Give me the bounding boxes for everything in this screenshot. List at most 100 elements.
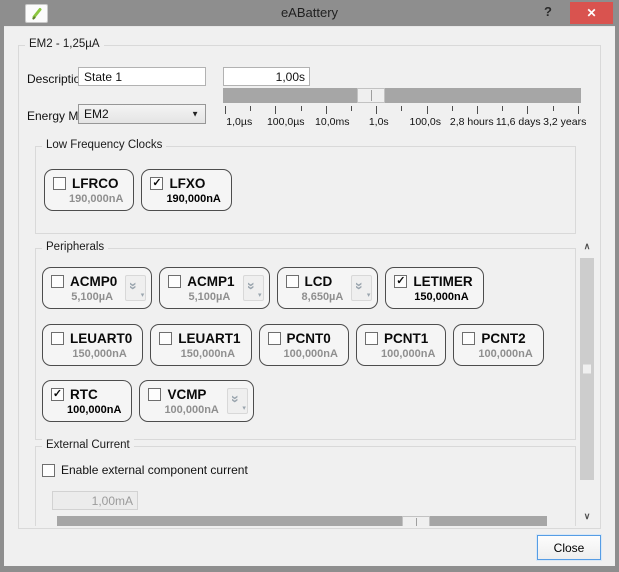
card-pcnt0: PCNT0 100,000nA — [259, 324, 349, 366]
external-current-group: External Current Enable external compone… — [35, 446, 576, 526]
scroll-down-button[interactable]: ∨ — [579, 508, 595, 524]
vcmp-checkbox[interactable] — [148, 388, 161, 401]
acmp1-label: ACMP1 — [187, 274, 234, 289]
chevron-down-icon: ▼ — [191, 110, 199, 119]
external-current-slider-handle[interactable] — [402, 516, 430, 526]
tick-label: 11,6 days — [495, 116, 542, 128]
leuart0-label: LEUART0 — [70, 331, 132, 346]
card-acmp0: ACMP0 5,100µA » ▾ — [42, 267, 152, 309]
vcmp-label: VCMP — [167, 387, 206, 402]
double-chevron-down-icon: » — [228, 395, 244, 403]
enable-external-label: Enable external component current — [61, 463, 248, 477]
leuart1-checkbox[interactable] — [159, 332, 172, 345]
tick-label: 1,0s — [356, 116, 403, 128]
card-acmp1: ACMP1 5,100µA » ▾ — [159, 267, 269, 309]
pcnt0-value: 100,000nA — [268, 348, 338, 360]
card-vcmp: VCMP 100,000nA » ▾ — [139, 380, 253, 422]
pcnt2-label: PCNT2 — [481, 331, 525, 346]
external-current-label: External Current — [42, 439, 134, 451]
time-slider-handle[interactable] — [357, 88, 385, 103]
chevron-down-icon: ∨ — [584, 511, 591, 522]
acmp0-value: 5,100µA — [51, 291, 117, 303]
titlebar[interactable]: eABattery ? ✕ — [0, 0, 619, 26]
acmp0-checkbox[interactable] — [51, 275, 64, 288]
low-frequency-clocks-label: Low Frequency Clocks — [42, 139, 166, 151]
lcd-checkbox[interactable] — [286, 275, 299, 288]
double-chevron-down-icon: » — [126, 282, 142, 290]
acmp0-menu-button[interactable]: » ▾ — [125, 275, 146, 301]
close-button[interactable]: Close — [537, 535, 601, 560]
energy-mode-select[interactable]: EM2 ▼ — [78, 104, 206, 124]
letimer-checkbox[interactable]: ✓ — [394, 275, 407, 288]
tiny-arrow-icon: ▾ — [367, 291, 371, 299]
leuart1-label: LEUART1 — [178, 331, 240, 346]
close-icon: ✕ — [586, 6, 596, 20]
lcd-label: LCD — [305, 274, 333, 289]
low-frequency-clocks-group: Low Frequency Clocks LFRCO 190,000nA ✓ L… — [35, 146, 576, 234]
leuart1-value: 150,000nA — [159, 348, 240, 360]
pcnt1-checkbox[interactable] — [365, 332, 378, 345]
description-input[interactable]: State 1 — [78, 67, 206, 86]
lcd-menu-button[interactable]: » ▾ — [351, 275, 372, 301]
scrollbar-track[interactable] — [579, 254, 595, 508]
peripherals-row-3: ✓ RTC 100,000nA VCMP 100,000nA — [42, 380, 254, 422]
pcnt1-label: PCNT1 — [384, 331, 428, 346]
enable-external-row: Enable external component current — [42, 463, 248, 477]
chevron-up-icon: ∧ — [584, 241, 591, 252]
peripherals-row-2: LEUART0 150,000nA LEUART1 150,000nA — [42, 324, 544, 366]
lfrco-value: 190,000nA — [53, 193, 123, 205]
card-lfxo: ✓ LFXO 190,000nA — [141, 169, 231, 211]
time-value-input[interactable]: 1,00s — [223, 67, 310, 86]
lfxo-checkbox[interactable]: ✓ — [150, 177, 163, 190]
window-title: eABattery — [0, 5, 619, 20]
vcmp-menu-button[interactable]: » ▾ — [227, 388, 248, 414]
description-value: State 1 — [84, 70, 122, 84]
peripherals-row-1: ACMP0 5,100µA » ▾ ACMP1 — [42, 267, 484, 309]
dialog-content: EM2 - 1,25µA Description State 1 Energy … — [4, 26, 615, 566]
clocks-cards-row: LFRCO 190,000nA ✓ LFXO 190,000nA — [44, 169, 232, 211]
scroll-up-button[interactable]: ∧ — [579, 238, 595, 254]
double-chevron-down-icon: » — [243, 282, 259, 290]
card-lcd: LCD 8,650µA » ▾ — [277, 267, 379, 309]
lfxo-value: 190,000nA — [150, 193, 220, 205]
energy-mode-value: EM2 — [84, 107, 109, 121]
card-letimer: ✓ LETIMER 150,000nA — [385, 267, 483, 309]
leuart0-checkbox[interactable] — [51, 332, 64, 345]
rtc-value: 100,000nA — [51, 404, 121, 416]
enable-external-checkbox[interactable] — [42, 464, 55, 477]
external-current-input[interactable]: 1,00mA — [52, 491, 138, 510]
letimer-label: LETIMER — [413, 274, 472, 289]
vertical-scrollbar[interactable]: ∧ ∨ — [579, 238, 595, 524]
pcnt2-value: 100,000nA — [462, 348, 532, 360]
time-value: 1,00s — [276, 70, 305, 84]
card-lfrco: LFRCO 190,000nA — [44, 169, 134, 211]
time-slider-track[interactable] — [223, 88, 581, 103]
card-pcnt2: PCNT2 100,000nA — [453, 324, 543, 366]
acmp0-label: ACMP0 — [70, 274, 117, 289]
acmp1-checkbox[interactable] — [168, 275, 181, 288]
pcnt0-checkbox[interactable] — [268, 332, 281, 345]
lfrco-label: LFRCO — [72, 176, 119, 191]
acmp1-value: 5,100µA — [168, 291, 234, 303]
tiny-arrow-icon: ▾ — [258, 291, 262, 299]
pcnt1-value: 100,000nA — [365, 348, 435, 360]
card-pcnt1: PCNT1 100,000nA — [356, 324, 446, 366]
external-current-slider-track[interactable] — [57, 516, 547, 526]
lfrco-checkbox[interactable] — [53, 177, 66, 190]
tick-label: 1,0µs — [216, 116, 263, 128]
vcmp-value: 100,000nA — [148, 404, 218, 416]
dialog-window: eABattery ? ✕ EM2 - 1,25µA Description S… — [0, 0, 619, 572]
card-leuart0: LEUART0 150,000nA — [42, 324, 143, 366]
rtc-checkbox[interactable]: ✓ — [51, 388, 64, 401]
scrollbar-thumb[interactable] — [580, 258, 594, 480]
pcnt0-label: PCNT0 — [287, 331, 331, 346]
card-rtc: ✓ RTC 100,000nA — [42, 380, 132, 422]
window-close-button[interactable]: ✕ — [570, 2, 613, 24]
leuart0-value: 150,000nA — [51, 348, 132, 360]
pcnt2-checkbox[interactable] — [462, 332, 475, 345]
double-chevron-down-icon: » — [352, 282, 368, 290]
tick-label: 100,0µs — [263, 116, 310, 128]
tick-label: 2,8 hours — [449, 116, 496, 128]
help-button[interactable]: ? — [540, 4, 556, 22]
acmp1-menu-button[interactable]: » ▾ — [243, 275, 264, 301]
